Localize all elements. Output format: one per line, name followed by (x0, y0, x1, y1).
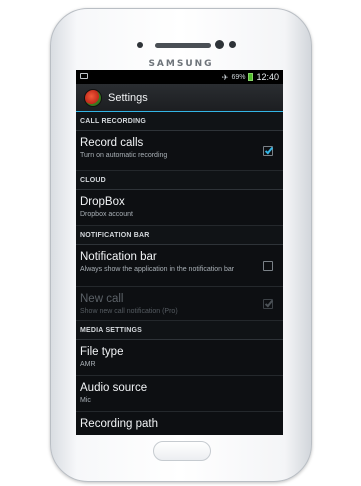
home-button[interactable] (153, 441, 211, 461)
setting-summary: AMR (80, 361, 96, 368)
notification-bar-checkbox[interactable] (263, 260, 273, 271)
airplane-icon: ✈ (221, 72, 229, 82)
setting-title: DropBox (80, 196, 125, 208)
checkmark-icon (264, 145, 274, 154)
setting-title: New call (80, 293, 124, 305)
setting-title: Notification bar (80, 251, 157, 263)
setting-title: Audio source (80, 382, 148, 394)
setting-title: File type (80, 346, 124, 358)
notification-icon (80, 73, 88, 79)
action-bar: Settings (76, 84, 283, 112)
record-calls-checkbox[interactable] (263, 145, 274, 156)
setting-title: Record calls (80, 137, 144, 149)
front-camera (215, 40, 224, 49)
section-header-cloud: CLOUD (76, 171, 283, 190)
setting-title: Recording path (80, 418, 158, 430)
app-logo-icon[interactable] (84, 88, 102, 107)
setting-recording-path[interactable]: Recording path (76, 412, 283, 435)
battery-icon (248, 73, 254, 81)
page-title: Settings (108, 91, 148, 104)
setting-file-type[interactable]: File type AMR (76, 340, 283, 376)
proximity-sensor (137, 42, 143, 48)
setting-notification-bar[interactable]: Notification bar Always show the applica… (76, 245, 283, 287)
setting-summary: Mic (80, 397, 91, 404)
new-call-checkbox (263, 298, 274, 309)
earpiece-speaker (155, 43, 211, 48)
screen: ✈ 69% 12:40 Settings CALL RECORDING Reco… (76, 70, 283, 435)
status-time: 12:40 (256, 72, 279, 82)
section-header-media-settings: MEDIA SETTINGS (76, 321, 283, 340)
setting-summary: Dropbox account (80, 211, 133, 218)
battery-percent: 69% (231, 73, 246, 81)
setting-new-call: New call Show new call notification (Pro… (76, 287, 283, 321)
section-header-call-recording: CALL RECORDING (76, 112, 283, 131)
setting-summary: Turn on automatic recording (80, 152, 168, 159)
checkmark-icon (264, 298, 274, 307)
section-header-notification-bar: NOTIFICATION BAR (76, 226, 283, 245)
brand-logo: SAMSUNG (148, 59, 214, 69)
setting-summary: Always show the application in the notif… (80, 266, 235, 273)
status-bar: ✈ 69% 12:40 (76, 70, 283, 84)
setting-summary: Show new call notification (Pro) (80, 308, 178, 315)
setting-dropbox[interactable]: DropBox Dropbox account (76, 190, 283, 226)
setting-audio-source[interactable]: Audio source Mic (76, 376, 283, 412)
light-sensor (229, 41, 236, 48)
setting-record-calls[interactable]: Record calls Turn on automatic recording (76, 131, 283, 171)
